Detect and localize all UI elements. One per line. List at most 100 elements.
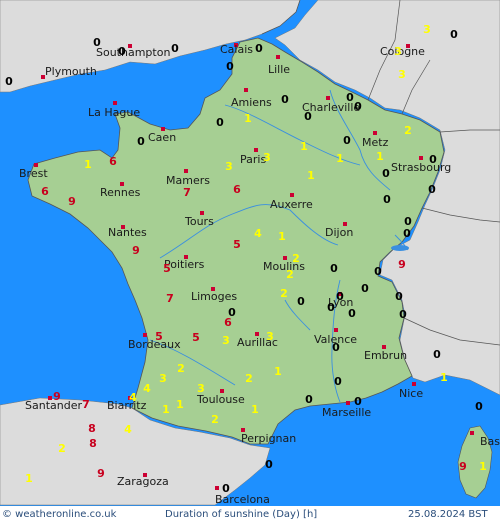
sunshine-value: 0 <box>330 262 338 275</box>
city-marker <box>113 101 117 105</box>
sunshine-value: 0 <box>475 400 483 413</box>
sunshine-value: 0 <box>433 348 441 361</box>
sunshine-value: 0 <box>428 183 436 196</box>
sunshine-value: 0 <box>348 307 356 320</box>
city-label: Zaragoza <box>117 475 169 488</box>
map-date: 25.08.2024 BST <box>408 509 488 520</box>
city-label: Calais <box>220 43 253 56</box>
sunshine-value: 3 <box>225 160 233 173</box>
sunshine-value: 6 <box>224 316 232 329</box>
city-label: Limoges <box>191 290 237 303</box>
city-label: Tours <box>184 215 214 228</box>
sunshine-value: 0 <box>332 341 340 354</box>
city-nantes: Nantes <box>108 225 147 239</box>
city-label: Southampton <box>96 46 170 59</box>
sunshine-value: 0 <box>403 227 411 240</box>
city-label: Bastia <box>480 435 500 448</box>
lake-geneva <box>391 245 409 251</box>
sunshine-value: 2 <box>177 362 185 375</box>
sunshine-value: 3 <box>423 23 431 36</box>
city-marker <box>143 333 147 337</box>
city-biarritz: Biarritz <box>107 396 147 412</box>
city-marker <box>470 431 474 435</box>
sunshine-value: 0 <box>222 482 230 495</box>
city-marker <box>346 401 350 405</box>
sunshine-value: 1 <box>162 403 170 416</box>
sunshine-value: 6 <box>233 183 241 196</box>
sunshine-value: 5 <box>155 330 163 343</box>
city-label: Rennes <box>100 186 141 199</box>
sunshine-value: 0 <box>395 290 403 303</box>
sunshine-value: 5 <box>192 331 200 344</box>
sunshine-value: 9 <box>398 258 406 271</box>
sunshine-value: 0 <box>216 116 224 129</box>
sunshine-value: 9 <box>68 195 76 208</box>
sunshine-value: 6 <box>41 185 49 198</box>
city-label: Lille <box>268 63 290 76</box>
sunshine-value: 4 <box>129 391 137 404</box>
sunshine-value: 0 <box>226 60 234 73</box>
sunshine-value: 0 <box>334 375 342 388</box>
city-label: Caen <box>148 131 176 144</box>
sunshine-value: 0 <box>255 42 263 55</box>
source-credit[interactable]: © weatheronline.co.uk <box>2 509 116 520</box>
sunshine-value: 0 <box>327 301 335 314</box>
sunshine-value: 0 <box>118 45 126 58</box>
sunshine-value: 1 <box>376 150 384 163</box>
sunshine-value: 0 <box>354 100 362 113</box>
sunshine-value: 2 <box>404 124 412 137</box>
sunshine-value: 0 <box>354 395 362 408</box>
sunshine-value: 0 <box>429 153 437 166</box>
city-marker <box>215 486 219 490</box>
city-marker <box>334 328 338 332</box>
sunshine-value: 1 <box>307 169 315 182</box>
city-marker <box>373 131 377 135</box>
city-marker <box>290 193 294 197</box>
city-label: Amiens <box>231 96 272 109</box>
sunshine-value: 2 <box>292 252 300 265</box>
city-label: Strasbourg <box>391 161 451 174</box>
sunshine-value: 4 <box>124 423 132 436</box>
sunshine-value: 4 <box>254 227 262 240</box>
sunshine-value: 9 <box>53 390 61 403</box>
city-marker <box>419 156 423 160</box>
sunshine-value: 0 <box>5 75 13 88</box>
sunshine-value: 2 <box>280 287 288 300</box>
sunshine-value: 1 <box>336 152 344 165</box>
city-label: Marseille <box>322 406 371 419</box>
sunshine-value: 0 <box>265 458 273 471</box>
sunshine-value: 1 <box>278 230 286 243</box>
sunshine-value: 2 <box>286 268 294 281</box>
sunshine-value: 6 <box>109 155 117 168</box>
sunshine-value: 0 <box>171 42 179 55</box>
sunshine-value: 8 <box>89 437 97 450</box>
city-marker <box>254 148 258 152</box>
sunshine-value: 0 <box>93 36 101 49</box>
city-marker <box>276 55 280 59</box>
sunshine-value: 1 <box>25 472 33 485</box>
city-zaragoza: Zaragoza <box>117 473 169 488</box>
sunshine-value: 0 <box>336 290 344 303</box>
sunshine-value: 3 <box>394 45 402 58</box>
city-plymouth: Plymouth <box>41 65 97 79</box>
city-label: Dijon <box>325 226 353 239</box>
city-marker <box>184 169 188 173</box>
city-cologne: Cologne <box>380 44 425 58</box>
city-marker <box>326 96 330 100</box>
sunshine-value: 1 <box>251 403 259 416</box>
city-label: Biarritz <box>107 399 147 412</box>
sunshine-value: 7 <box>183 186 191 199</box>
map-footer: © weatheronline.co.uk Duration of sunshi… <box>0 506 500 524</box>
sunshine-value: 0 <box>382 167 390 180</box>
sunshine-value: 2 <box>211 413 219 426</box>
city-label: Nice <box>399 387 423 400</box>
city-label: Brest <box>19 167 48 180</box>
sunshine-value: 0 <box>305 393 313 406</box>
sunshine-value: 8 <box>88 422 96 435</box>
city-label: La Hague <box>88 106 140 119</box>
sunshine-value: 3 <box>398 68 406 81</box>
city-label: Plymouth <box>45 65 97 78</box>
sunshine-value: 1 <box>274 365 282 378</box>
city-label: Metz <box>362 136 389 149</box>
city-label: Perpignan <box>241 432 296 445</box>
